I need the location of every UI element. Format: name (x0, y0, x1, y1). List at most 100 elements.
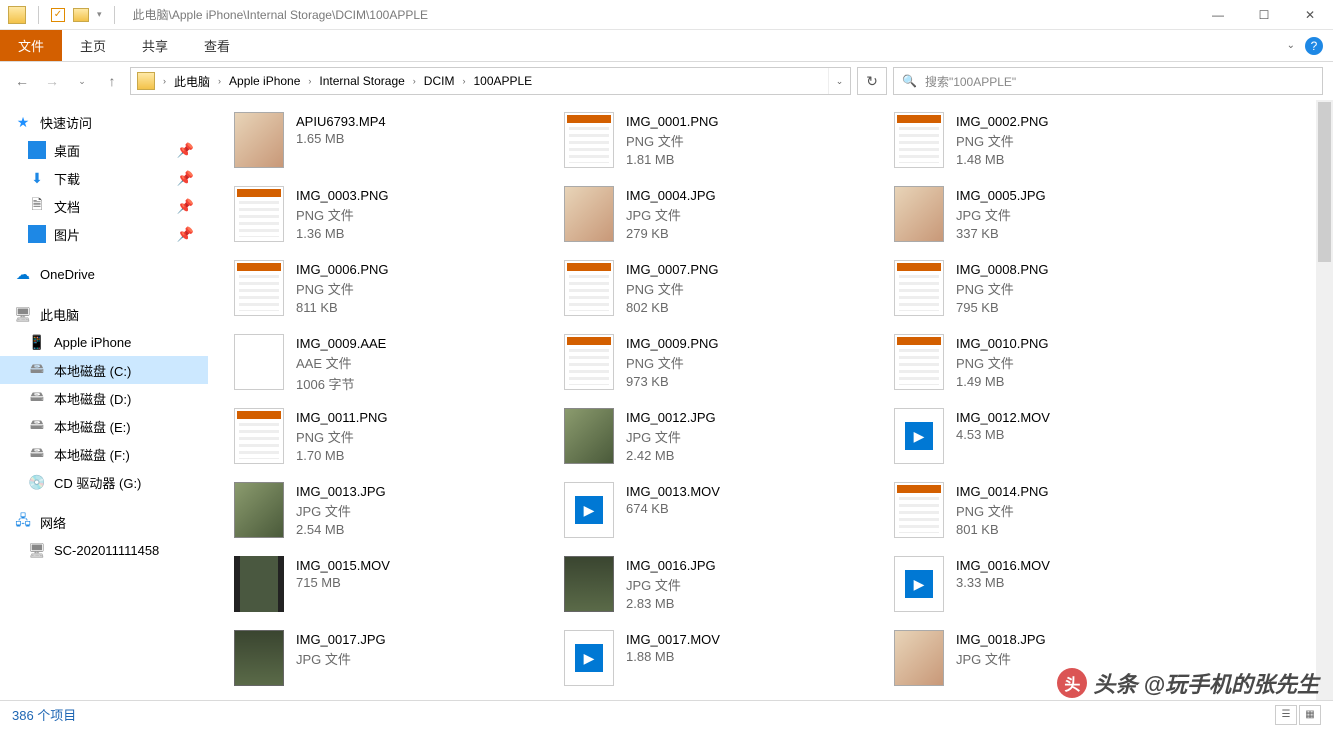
file-item[interactable]: IMG_0010.PNGPNG 文件1.49 MB (888, 330, 1218, 400)
file-item[interactable]: IMG_0004.JPGJPG 文件279 KB (558, 182, 888, 252)
file-item[interactable]: IMG_0001.PNGPNG 文件1.81 MB (558, 108, 888, 178)
minimize-button[interactable]: — (1195, 0, 1241, 30)
folder-icon (137, 72, 155, 90)
sidebar-desktop[interactable]: 桌面📌 (0, 136, 208, 164)
file-size: 802 KB (626, 300, 719, 315)
file-size: 4.53 MB (956, 427, 1050, 442)
file-item[interactable]: IMG_0005.JPGJPG 文件337 KB (888, 182, 1218, 252)
tab-file[interactable]: 文件 (0, 30, 62, 61)
file-thumbnail (894, 482, 944, 538)
details-view-button[interactable]: ☰ (1275, 705, 1297, 725)
properties-icon[interactable] (51, 8, 65, 22)
tab-share[interactable]: 共享 (124, 30, 186, 61)
search-input[interactable]: 🔍 搜索"100APPLE" (893, 67, 1323, 95)
file-item[interactable]: IMG_0003.PNGPNG 文件1.36 MB (228, 182, 558, 252)
chevron-right-icon[interactable]: › (161, 76, 168, 86)
file-thumbnail (894, 334, 944, 390)
file-thumbnail (564, 556, 614, 612)
maximize-button[interactable]: ☐ (1241, 0, 1287, 30)
file-item[interactable]: IMG_0011.PNGPNG 文件1.70 MB (228, 404, 558, 474)
file-type: JPG 文件 (956, 649, 1046, 668)
file-size: 1.49 MB (956, 374, 1049, 389)
file-item[interactable]: ▶IMG_0012.MOV4.53 MB (888, 404, 1218, 474)
sidebar-network-pc[interactable]: 🖥SC-202011111458 (0, 536, 208, 564)
file-item[interactable]: IMG_0008.PNGPNG 文件795 KB (888, 256, 1218, 326)
chevron-right-icon[interactable]: › (411, 76, 418, 86)
up-button[interactable]: ↑ (100, 69, 124, 93)
file-item[interactable]: IMG_0009.AAEAAE 文件1006 字节 (228, 330, 558, 400)
drive-icon: 🖴 (28, 445, 46, 463)
folder-icon[interactable] (73, 8, 89, 22)
close-button[interactable]: ✕ (1287, 0, 1333, 30)
drive-icon: 🖴 (28, 417, 46, 435)
file-item[interactable]: IMG_0016.JPGJPG 文件2.83 MB (558, 552, 888, 622)
file-size: 1.48 MB (956, 152, 1049, 167)
file-name: IMG_0017.MOV (626, 632, 720, 647)
address-dropdown[interactable]: ⌄ (828, 68, 850, 94)
file-item[interactable]: ▶IMG_0017.MOV1.88 MB (558, 626, 888, 696)
tab-view[interactable]: 查看 (186, 30, 248, 61)
breadcrumb-item[interactable]: Internal Storage (315, 74, 408, 88)
sidebar-drive-c[interactable]: 🖴本地磁盘 (C:) (0, 356, 208, 384)
scrollbar-thumb[interactable] (1318, 102, 1331, 262)
help-icon[interactable]: ? (1305, 37, 1323, 55)
file-item[interactable]: IMG_0014.PNGPNG 文件801 KB (888, 478, 1218, 548)
sidebar-iphone[interactable]: 📱Apple iPhone (0, 328, 208, 356)
qat-dropdown-icon[interactable]: ▾ (97, 9, 102, 20)
icons-view-button[interactable]: ▦ (1299, 705, 1321, 725)
sidebar-quick-access[interactable]: ★快速访问 (0, 108, 208, 136)
file-thumbnail (234, 112, 284, 168)
file-type: JPG 文件 (626, 575, 716, 594)
file-size: 337 KB (956, 226, 1046, 241)
chevron-right-icon[interactable]: › (306, 76, 313, 86)
sidebar-documents[interactable]: 🗎文档📌 (0, 192, 208, 220)
file-type: PNG 文件 (626, 279, 719, 298)
file-item[interactable]: IMG_0012.JPGJPG 文件2.42 MB (558, 404, 888, 474)
sidebar-drive-f[interactable]: 🖴本地磁盘 (F:) (0, 440, 208, 468)
breadcrumb-item[interactable]: DCIM (420, 74, 459, 88)
search-placeholder: 搜索"100APPLE" (925, 73, 1016, 90)
chevron-right-icon[interactable]: › (216, 76, 223, 86)
breadcrumb-item[interactable]: 100APPLE (469, 74, 536, 88)
file-list[interactable]: APIU6793.MP41.65 MBIMG_0001.PNGPNG 文件1.8… (208, 100, 1333, 700)
file-name: IMG_0006.PNG (296, 262, 389, 277)
file-thumbnail (894, 186, 944, 242)
refresh-button[interactable]: ↻ (857, 67, 887, 95)
file-item[interactable]: ▶IMG_0013.MOV674 KB (558, 478, 888, 548)
sidebar-this-pc[interactable]: 🖥此电脑 (0, 300, 208, 328)
sidebar-downloads[interactable]: ⬇下载📌 (0, 164, 208, 192)
file-item[interactable]: IMG_0017.JPGJPG 文件 (228, 626, 558, 696)
sidebar-drive-e[interactable]: 🖴本地磁盘 (E:) (0, 412, 208, 440)
file-size: 674 KB (626, 501, 720, 516)
sidebar-onedrive[interactable]: ☁OneDrive (0, 260, 208, 288)
file-type: PNG 文件 (956, 353, 1049, 372)
file-item[interactable]: IMG_0002.PNGPNG 文件1.48 MB (888, 108, 1218, 178)
chevron-right-icon[interactable]: › (460, 76, 467, 86)
file-size: 2.42 MB (626, 448, 716, 463)
chevron-down-icon[interactable]: ⌄ (1287, 40, 1295, 51)
file-thumbnail (564, 334, 614, 390)
sidebar-network[interactable]: 🖧网络 (0, 508, 208, 536)
breadcrumb-item[interactable]: Apple iPhone (225, 74, 304, 88)
file-item[interactable]: IMG_0015.MOV715 MB (228, 552, 558, 622)
file-item[interactable]: IMG_0013.JPGJPG 文件2.54 MB (228, 478, 558, 548)
file-item[interactable]: IMG_0006.PNGPNG 文件811 KB (228, 256, 558, 326)
file-item[interactable]: IMG_0009.PNGPNG 文件973 KB (558, 330, 888, 400)
file-type: PNG 文件 (956, 279, 1049, 298)
address-bar[interactable]: › 此电脑 › Apple iPhone › Internal Storage … (130, 67, 851, 95)
file-item[interactable]: ▶IMG_0016.MOV3.33 MB (888, 552, 1218, 622)
back-button[interactable]: ← (10, 69, 34, 93)
file-item[interactable]: IMG_0007.PNGPNG 文件802 KB (558, 256, 888, 326)
cd-icon: 💿 (28, 473, 46, 491)
sidebar-pictures[interactable]: 图片📌 (0, 220, 208, 248)
sidebar-drive-d[interactable]: 🖴本地磁盘 (D:) (0, 384, 208, 412)
tab-home[interactable]: 主页 (62, 30, 124, 61)
breadcrumb-item[interactable]: 此电脑 (170, 73, 214, 90)
scrollbar[interactable] (1316, 100, 1333, 700)
file-type: PNG 文件 (626, 131, 719, 150)
sidebar-cd-drive[interactable]: 💿CD 驱动器 (G:) (0, 468, 208, 496)
recent-dropdown[interactable]: ⌄ (70, 69, 94, 93)
file-item[interactable]: APIU6793.MP41.65 MB (228, 108, 558, 178)
file-thumbnail (234, 556, 284, 612)
forward-button[interactable]: → (40, 69, 64, 93)
